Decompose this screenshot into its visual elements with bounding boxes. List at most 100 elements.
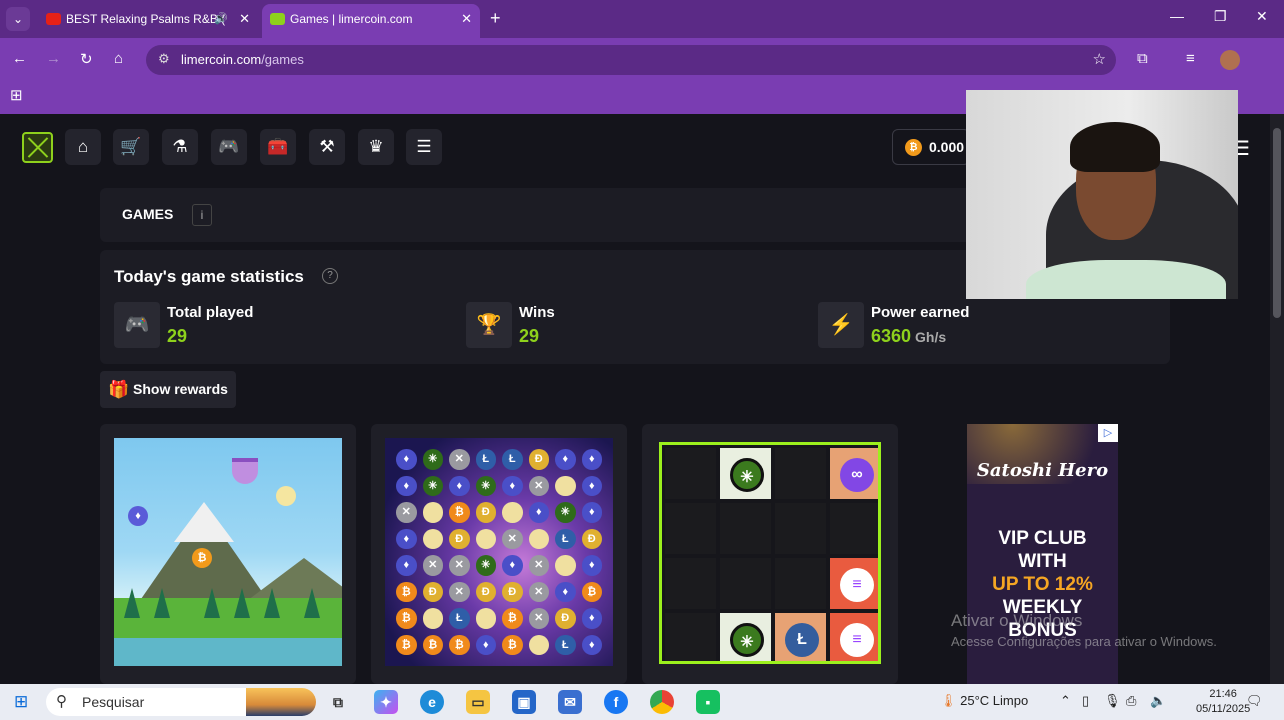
microphone-icon[interactable]: 🎙	[1104, 693, 1121, 709]
hexagon-gem-icon: ✳	[422, 449, 443, 470]
store-icon[interactable]: ▣	[512, 690, 536, 714]
url-input[interactable]: ⚙ limercoin.com/games ☆	[146, 45, 1116, 75]
home-nav-icon[interactable]: ⌂	[65, 129, 101, 165]
bitcoin-gem-icon: ₿	[422, 634, 443, 655]
chest-nav-icon[interactable]: 🧰	[260, 129, 296, 165]
game-thumbnail: ♦ ₿	[114, 438, 342, 666]
tab-youtube[interactable]: BEST Relaxing Psalms R&B ( 🔊 ✕	[38, 4, 258, 38]
x-gem-icon: ✕	[528, 475, 549, 496]
game-card-flappy[interactable]: ♦ ₿	[100, 424, 356, 684]
file-explorer-icon[interactable]: ▭	[466, 690, 490, 714]
stats-title: Today's game statistics	[114, 267, 304, 286]
back-icon[interactable]: ←	[12, 50, 27, 67]
home-icon[interactable]: ⌂	[114, 50, 123, 67]
hexagon-gem-icon: ✳	[475, 555, 496, 576]
speaker-icon[interactable]: 🔊	[214, 4, 228, 34]
facebook-icon[interactable]: f	[604, 690, 628, 714]
copilot-icon[interactable]: ✦	[374, 690, 398, 714]
litecoin-coin-icon: Ł	[785, 623, 819, 657]
tab-search-button[interactable]: ⌄	[6, 7, 30, 31]
show-rewards-button[interactable]: 🎁 Show rewards	[100, 371, 236, 408]
game-card-memory[interactable]: ✳ ∞ ≡ ✳ Ł ≡	[642, 424, 898, 684]
ethereum-gem-icon: ♦	[396, 449, 417, 470]
dogecoin-gem-icon: Đ	[528, 449, 549, 470]
coin-gem-icon	[422, 608, 443, 629]
site-logo[interactable]	[22, 132, 53, 163]
stat-value: 6360 Gh/s	[871, 326, 946, 347]
tray-chevron-icon[interactable]: ⌃	[1060, 693, 1071, 709]
windows-start-icon[interactable]: ⊞	[14, 692, 28, 712]
outlook-icon[interactable]: ✉	[558, 690, 582, 714]
balance-value: 0.000	[929, 139, 965, 155]
gamepad-icon: 🎮	[114, 302, 160, 348]
ethereum-gem-icon: ♦	[581, 502, 602, 523]
close-tab-icon[interactable]: ✕	[239, 4, 250, 34]
weather-widget[interactable]: 🌡 25°C Limpo	[940, 693, 1028, 709]
crown-nav-icon[interactable]: ♛	[358, 129, 394, 165]
x-gem-icon: ✕	[528, 555, 549, 576]
coin-gem-icon	[555, 475, 576, 496]
dogecoin-gem-icon: Đ	[475, 581, 496, 602]
x-gem-icon: ✕	[422, 555, 443, 576]
reload-icon[interactable]: ↻	[80, 50, 93, 68]
weather-icon: 🌡	[940, 693, 957, 708]
bitcoin-gem-icon: ₿	[581, 581, 602, 602]
task-view-icon[interactable]: ⧉	[326, 690, 350, 714]
help-icon[interactable]: ?	[322, 268, 338, 284]
tab-title: Games | limercoin.com	[290, 12, 413, 26]
extensions-icon[interactable]: ⧉	[1137, 50, 1148, 67]
edge-icon[interactable]: e	[420, 690, 444, 714]
forward-icon[interactable]: →	[46, 50, 61, 67]
bitcoin-gem-icon: ₿	[396, 581, 417, 602]
chrome-icon[interactable]	[650, 690, 674, 714]
network-icon[interactable]: ⎙	[1126, 693, 1136, 709]
site-info-icon[interactable]: ⚙	[158, 51, 170, 67]
gamepad-nav-icon[interactable]: 🎮	[211, 129, 247, 165]
media-control-icon[interactable]: ≡	[1186, 50, 1195, 67]
tray-icon[interactable]: ▯	[1082, 693, 1089, 709]
coin-gem-icon	[555, 555, 576, 576]
ad-line: WITH	[1018, 551, 1067, 572]
notifications-icon[interactable]: 🗨	[1246, 693, 1263, 709]
info-icon[interactable]: i	[192, 204, 212, 226]
game-card-match3[interactable]: ♦ ✳ ✕ Ł Ł Đ ♦ ♦ ♦ ✳ ♦ ✳ ♦ ✕ ♦ ✕ ₿ Đ ♦ ✳ ♦ ♦ Đ ✕ Ł Đ ♦ ✕ ✕ ✳ ♦ ✕ ♦ ₿ Đ ✕ Đ Đ ✕ ♦…	[371, 424, 627, 684]
taskbar-search[interactable]: ⚲ Pesquisar	[46, 688, 316, 716]
scrollbar-thumb[interactable]	[1273, 128, 1281, 318]
profile-avatar[interactable]	[1220, 50, 1240, 70]
coin-gem-icon	[528, 634, 549, 655]
ethereum-gem-icon: ♦	[581, 475, 602, 496]
volume-icon[interactable]: 🔈	[1150, 693, 1166, 709]
minimize-icon[interactable]: —	[1170, 8, 1184, 24]
new-tab-button[interactable]: +	[490, 8, 501, 29]
maximize-icon[interactable]: ❐	[1214, 8, 1227, 25]
bitcoin-gem-icon: ₿	[449, 502, 470, 523]
limercoin-icon	[270, 13, 285, 25]
close-window-icon[interactable]: ✕	[1256, 8, 1268, 25]
tools-nav-icon[interactable]: ⚒	[309, 129, 345, 165]
x-gem-icon: ✕	[449, 581, 470, 602]
bitcoin-gem-icon: ₿	[502, 634, 523, 655]
apps-grid-icon[interactable]: ⊞	[10, 86, 23, 104]
cart-nav-icon[interactable]: 🛒	[113, 129, 149, 165]
bookmark-star-icon[interactable]: ☆	[1093, 50, 1106, 68]
ad-choices-icon[interactable]: ▷	[1098, 424, 1118, 442]
solana-coin-icon: ≡	[840, 623, 874, 657]
app-icon[interactable]: ▪	[696, 690, 720, 714]
windows-activation-title: Ativar o Windows	[951, 611, 1083, 630]
balance-display[interactable]: ₿ 0.000	[892, 129, 970, 165]
list-nav-icon[interactable]: ☰	[406, 129, 442, 165]
coin-gem-icon	[475, 528, 496, 549]
flask-nav-icon[interactable]: ⚗	[162, 129, 198, 165]
close-tab-icon[interactable]: ✕	[461, 4, 472, 34]
search-icon: ⚲	[56, 693, 67, 710]
dogecoin-gem-icon: Đ	[555, 608, 576, 629]
ethereum-gem-icon: ♦	[581, 608, 602, 629]
hexagon-gem-icon: ✳	[422, 475, 443, 496]
clock[interactable]: 21:46 05/11/2025	[1196, 687, 1250, 717]
litecoin-gem-icon: Ł	[449, 608, 470, 629]
bitcoin-gem-icon: ₿	[502, 608, 523, 629]
trophy-icon: 🏆	[466, 302, 512, 348]
tab-games[interactable]: Games | limercoin.com ✕	[262, 4, 480, 38]
dogecoin-gem-icon: Đ	[449, 528, 470, 549]
power-value: 6360	[871, 326, 912, 346]
